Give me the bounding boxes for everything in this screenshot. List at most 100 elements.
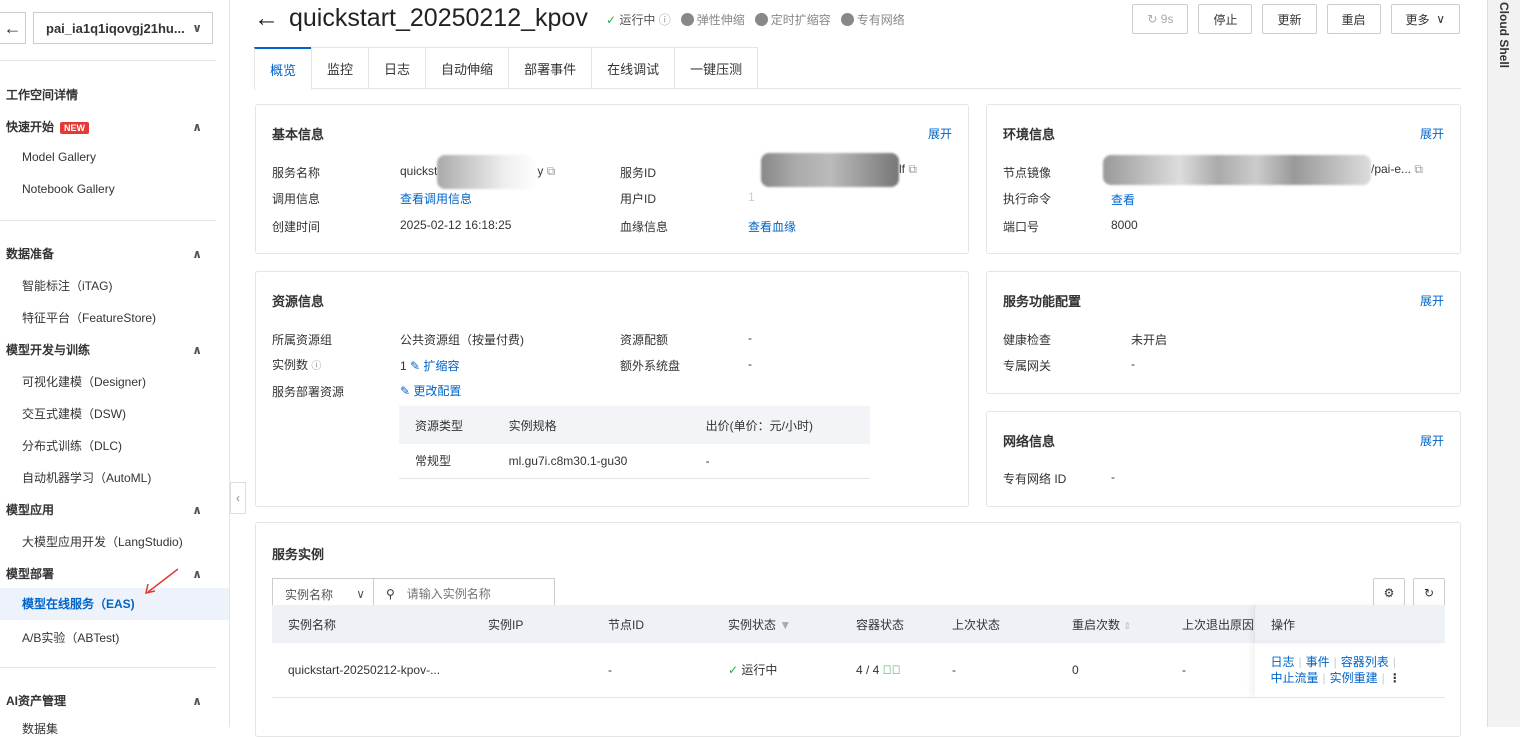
stop-button[interactable]: 停止 bbox=[1198, 4, 1253, 34]
sidebar-item-featurestore[interactable]: 特征平台（FeatureStore) bbox=[22, 309, 156, 326]
image-value: /pai-e... ⧉ bbox=[1103, 155, 1423, 185]
tab-debug[interactable]: 在线调试 bbox=[591, 47, 676, 88]
lineage-link[interactable]: 查看血缘 bbox=[748, 218, 796, 235]
workspace-select[interactable]: pai_ia1q1iqovgj21hu... ∨ bbox=[33, 12, 213, 44]
header-actions: ↻ 9s 停止 更新 重启 更多 ∨ bbox=[1132, 4, 1460, 34]
status-text: 运行中 bbox=[619, 13, 656, 27]
annotation-arrow-icon bbox=[145, 568, 179, 594]
env-info-card: 环境信息 展开 节点镜像 /pai-e... ⧉ 执行命令 查看 端口号 800… bbox=[986, 104, 1461, 254]
col-header: 操作 bbox=[1254, 605, 1445, 643]
more-icon[interactable]: ⋮ bbox=[1389, 671, 1401, 685]
page-header: ← quickstart_20250212_kpov bbox=[254, 4, 588, 33]
col-header: 资源类型 bbox=[399, 406, 493, 444]
tab-events[interactable]: 部署事件 bbox=[508, 47, 593, 88]
col-header: 容器状态 bbox=[840, 605, 936, 643]
network-info-card: 网络信息 展开 专有网络 ID - bbox=[986, 411, 1461, 507]
copy-icon[interactable]: ⧉ bbox=[547, 164, 556, 178]
sidebar-item-langstudio[interactable]: 大模型应用开发（LangStudio) bbox=[22, 533, 183, 550]
sidebar-item-automl[interactable]: 自动机器学习（AutoML) bbox=[22, 469, 151, 486]
resource-info-card: 资源信息 所属资源组 公共资源组（按量付费) 资源配额 - 实例数 ⓘ 1 ✎ … bbox=[255, 271, 969, 507]
more-button[interactable]: 更多 ∨ bbox=[1390, 4, 1460, 34]
expand-link[interactable]: 展开 bbox=[1420, 125, 1444, 142]
tab-monitor[interactable]: 监控 bbox=[311, 47, 370, 88]
tab-autoscale[interactable]: 自动伸缩 bbox=[425, 47, 510, 88]
created-time: 2025-02-12 16:18:25 bbox=[400, 218, 512, 232]
help-icon[interactable]: ⓘ bbox=[659, 13, 671, 27]
sidebar-section-dev[interactable]: 模型开发与训练 ∧ bbox=[6, 341, 202, 358]
view-command-link[interactable]: 查看 bbox=[1111, 191, 1135, 208]
col-header-restarts[interactable]: 重启次数 ⇕ bbox=[1056, 605, 1166, 643]
copy-icon[interactable]: ⧉ bbox=[1414, 162, 1423, 176]
instances-table: 实例名称 实例IP 节点ID 实例状态 ▼ 容器状态 上次状态 重启次数 ⇕ 上… bbox=[272, 605, 1445, 698]
collapse-sidebar-button[interactable]: ‹ bbox=[230, 482, 246, 514]
service-tags: ✓ 运行中 ⓘ 弹性伸缩 定时扩缩容 专有网络 bbox=[606, 11, 905, 28]
user-id-value: 1 bbox=[748, 190, 755, 204]
auto-refresh-button[interactable]: ↻ 9s bbox=[1132, 4, 1189, 34]
cell: 常规型 bbox=[399, 444, 493, 479]
update-button[interactable]: 更新 bbox=[1262, 4, 1317, 34]
clock-icon bbox=[754, 13, 768, 26]
expand-link[interactable]: 展开 bbox=[1420, 432, 1444, 449]
text: 实例状态 bbox=[728, 617, 777, 632]
sidebar-section-quickstart[interactable]: 快速开始 NEW ∧ bbox=[6, 118, 202, 135]
sidebar-item-eas[interactable]: 模型在线服务（EAS) bbox=[0, 588, 229, 620]
sort-icon[interactable]: ⇕ bbox=[1123, 621, 1131, 631]
label: 弹性伸缩 bbox=[696, 13, 745, 27]
sidebar-item-dsw[interactable]: 交互式建模（DSW) bbox=[22, 405, 126, 422]
label: 调用信息 bbox=[272, 192, 321, 206]
cell: - bbox=[689, 444, 870, 479]
chevron-up-icon: ∧ bbox=[192, 119, 202, 134]
label: 专有网络 ID bbox=[1003, 472, 1067, 486]
stop-traffic-link[interactable]: 中止流量 bbox=[1271, 671, 1319, 685]
workspace-name: pai_ia1q1iqovgj21hu... bbox=[46, 20, 185, 36]
expand-link[interactable]: 展开 bbox=[928, 125, 952, 142]
change-config-link[interactable]: ✎ 更改配置 bbox=[400, 382, 461, 399]
sidebar-item-workspace-detail[interactable]: 工作空间详情 bbox=[6, 86, 202, 103]
sidebar-item-abtest[interactable]: A/B实验（ABTest) bbox=[22, 629, 119, 646]
expand-link[interactable]: 展开 bbox=[1420, 292, 1444, 309]
sidebar-item-notebook-gallery[interactable]: Notebook Gallery bbox=[22, 182, 115, 196]
sidebar-item-designer[interactable]: 可视化建模（Designer) bbox=[22, 373, 146, 390]
container-status: 4 / 4 ✓⃝ bbox=[840, 643, 936, 698]
label: 快速开始 bbox=[6, 120, 55, 134]
tab-overview[interactable]: 概览 bbox=[254, 47, 313, 90]
sidebar-item-model-gallery[interactable]: Model Gallery bbox=[22, 150, 96, 164]
restart-button[interactable]: 重启 bbox=[1326, 4, 1381, 34]
sidebar: ← pai_ia1q1iqovgj21hu... ∨ 工作空间详情 快速开始 NEW… bbox=[0, 0, 230, 736]
logs-link[interactable]: 日志 bbox=[1271, 655, 1295, 669]
cloud-shell-panel[interactable]: Cloud Shell bbox=[1487, 0, 1520, 727]
text: 1 bbox=[400, 359, 407, 373]
filter-icon[interactable]: ▼ bbox=[779, 618, 791, 632]
refresh-button[interactable]: ↻ bbox=[1413, 578, 1445, 608]
sidebar-item-dlc[interactable]: 分布式训练（DLC) bbox=[22, 437, 122, 454]
chevron-up-icon: ∧ bbox=[192, 502, 202, 517]
tab-stress-test[interactable]: 一键压测 bbox=[674, 47, 759, 88]
help-icon[interactable]: ⓘ bbox=[311, 361, 321, 372]
call-info-link[interactable]: 查看调用信息 bbox=[400, 190, 472, 207]
sidebar-section-assets[interactable]: AI资产管理 ∧ bbox=[6, 692, 202, 709]
search-input[interactable] bbox=[406, 587, 547, 601]
sidebar-item-itag[interactable]: 智能标注（iTAG) bbox=[22, 277, 112, 294]
sidebar-section-app[interactable]: 模型应用 ∧ bbox=[6, 501, 202, 518]
label: 服务ID bbox=[620, 166, 657, 180]
instance-ip bbox=[472, 643, 592, 698]
page-title: quickstart_20250212_kpov bbox=[289, 4, 588, 32]
sidebar-section-data[interactable]: 数据准备 ∧ bbox=[6, 245, 202, 262]
tab-logs[interactable]: 日志 bbox=[368, 47, 427, 88]
back-arrow-icon[interactable]: ← bbox=[254, 4, 279, 33]
col-header-status[interactable]: 实例状态 ▼ bbox=[712, 605, 840, 643]
text: 实例数 bbox=[272, 358, 309, 372]
sidebar-item-dataset[interactable]: 数据集 bbox=[22, 720, 58, 737]
containers-link[interactable]: 容器列表 bbox=[1341, 655, 1389, 669]
col-header: 节点ID bbox=[592, 605, 712, 643]
col-header: 上次退出原因 bbox=[1166, 605, 1255, 643]
gateway-value: - bbox=[1131, 357, 1135, 371]
scale-link[interactable]: ✎ 扩缩容 bbox=[410, 359, 459, 373]
card-title: 环境信息 bbox=[1003, 127, 1056, 142]
search-icon: ⚲ bbox=[386, 587, 395, 601]
copy-icon[interactable]: ⧉ bbox=[908, 162, 917, 176]
rebuild-link[interactable]: 实例重建 bbox=[1330, 671, 1378, 685]
events-link[interactable]: 事件 bbox=[1306, 655, 1330, 669]
back-button[interactable]: ← bbox=[0, 12, 26, 44]
settings-button[interactable]: ⚙ bbox=[1373, 578, 1405, 608]
